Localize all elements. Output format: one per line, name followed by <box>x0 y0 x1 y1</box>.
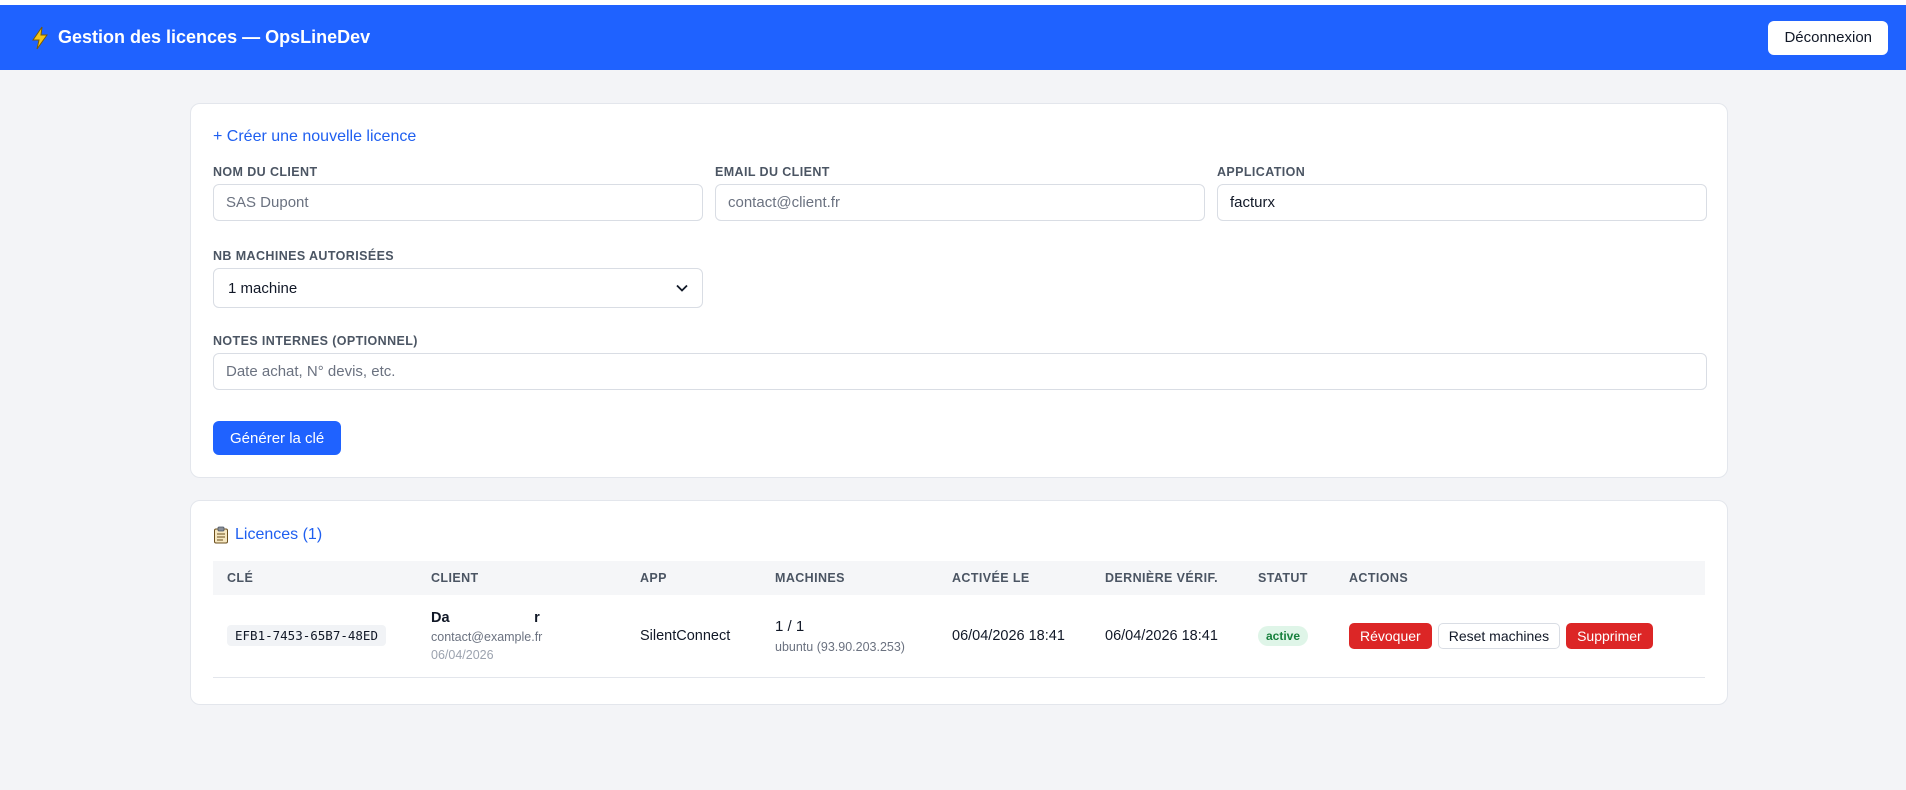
cell-status: active <box>1244 595 1335 677</box>
generate-key-button[interactable]: Générer la clé <box>213 421 342 455</box>
licences-card: Licences (1) CLÉ CLIENT APP MACHINES ACT… <box>190 500 1728 705</box>
clipboard-icon <box>214 526 228 544</box>
col-last-check: DERNIÈRE VÉRIF. <box>1105 571 1218 585</box>
row-actions: Révoquer Reset machines Supprimer <box>1349 622 1691 649</box>
logout-button[interactable]: Déconnexion <box>1768 20 1888 55</box>
client-name-label: NOM DU CLIENT <box>213 165 318 179</box>
col-app: APP <box>640 571 667 585</box>
licence-key: EFB1-7453-65B7-48ED <box>227 624 386 646</box>
bolt-icon <box>32 26 48 49</box>
create-licence-card: + Créer une nouvelle licence NOM DU CLIE… <box>190 103 1728 478</box>
client-email-input[interactable] <box>715 184 1205 221</box>
licences-title-group: Licences (1) <box>213 526 322 544</box>
licences-table: CLÉ CLIENT APP MACHINES ACTIVÉE LE DERNI… <box>213 561 1705 678</box>
application-label: APPLICATION <box>1217 165 1306 179</box>
machine-host: ubuntu (93.90.203.253) <box>775 639 905 654</box>
machines-count: 1 / 1 <box>775 617 805 635</box>
cell-actions: Révoquer Reset machines Supprimer <box>1335 595 1705 677</box>
notes-label: NOTES INTERNES (OPTIONNEL) <box>213 334 418 348</box>
status-badge: active <box>1258 625 1309 646</box>
revoke-button[interactable]: Révoquer <box>1349 622 1432 649</box>
col-actions: ACTIONS <box>1349 571 1409 585</box>
delete-button[interactable]: Supprimer <box>1566 622 1653 649</box>
reset-machines-button[interactable]: Reset machines <box>1437 622 1561 649</box>
notes-input[interactable] <box>213 353 1707 390</box>
client-name: Da r <box>431 609 540 626</box>
cell-activated: 06/04/2026 18:41 <box>952 627 1065 644</box>
col-activated: ACTIVÉE LE <box>952 571 1030 585</box>
table-header-row: CLÉ CLIENT APP MACHINES ACTIVÉE LE DERNI… <box>213 561 1705 595</box>
table-row: EFB1-7453-65B7-48ED Da r contact@example… <box>213 595 1705 677</box>
client-email: contact@example.fr <box>431 629 543 644</box>
col-machines: MACHINES <box>775 571 845 585</box>
machines-label: NB MACHINES AUTORISÉES <box>213 249 395 263</box>
licences-title: Licences (1) <box>235 526 323 543</box>
cell-client: Da r contact@example.fr 06/04/2026 <box>417 595 626 677</box>
cell-machines: 1 / 1 ubuntu (93.90.203.253) <box>761 595 938 677</box>
col-key: CLÉ <box>227 571 254 585</box>
app-title-group: Gestion des licences — OpsLineDev <box>30 26 370 50</box>
machines-select[interactable]: 1 machine <box>213 268 703 308</box>
col-status: STATUT <box>1258 571 1308 585</box>
cell-last-check: 06/04/2026 18:41 <box>1105 627 1218 644</box>
machines-select-value: 1 machine <box>228 279 298 297</box>
application-input[interactable] <box>1217 184 1707 221</box>
top-navbar: Gestion des licences — OpsLineDev Déconn… <box>0 5 1906 70</box>
create-licence-title[interactable]: + Créer une nouvelle licence <box>213 128 416 146</box>
client-date: 06/04/2026 <box>431 647 494 662</box>
client-email-label: EMAIL DU CLIENT <box>715 165 830 179</box>
chevron-down-icon <box>676 284 688 292</box>
cell-key: EFB1-7453-65B7-48ED <box>213 595 417 677</box>
app-root: Gestion des licences — OpsLineDev Déconn… <box>0 5 1906 790</box>
client-name-input[interactable] <box>213 184 703 221</box>
col-client: CLIENT <box>431 571 479 585</box>
cell-app: SilentConnect <box>640 627 731 644</box>
app-title: Gestion des licences — OpsLineDev <box>58 27 371 47</box>
